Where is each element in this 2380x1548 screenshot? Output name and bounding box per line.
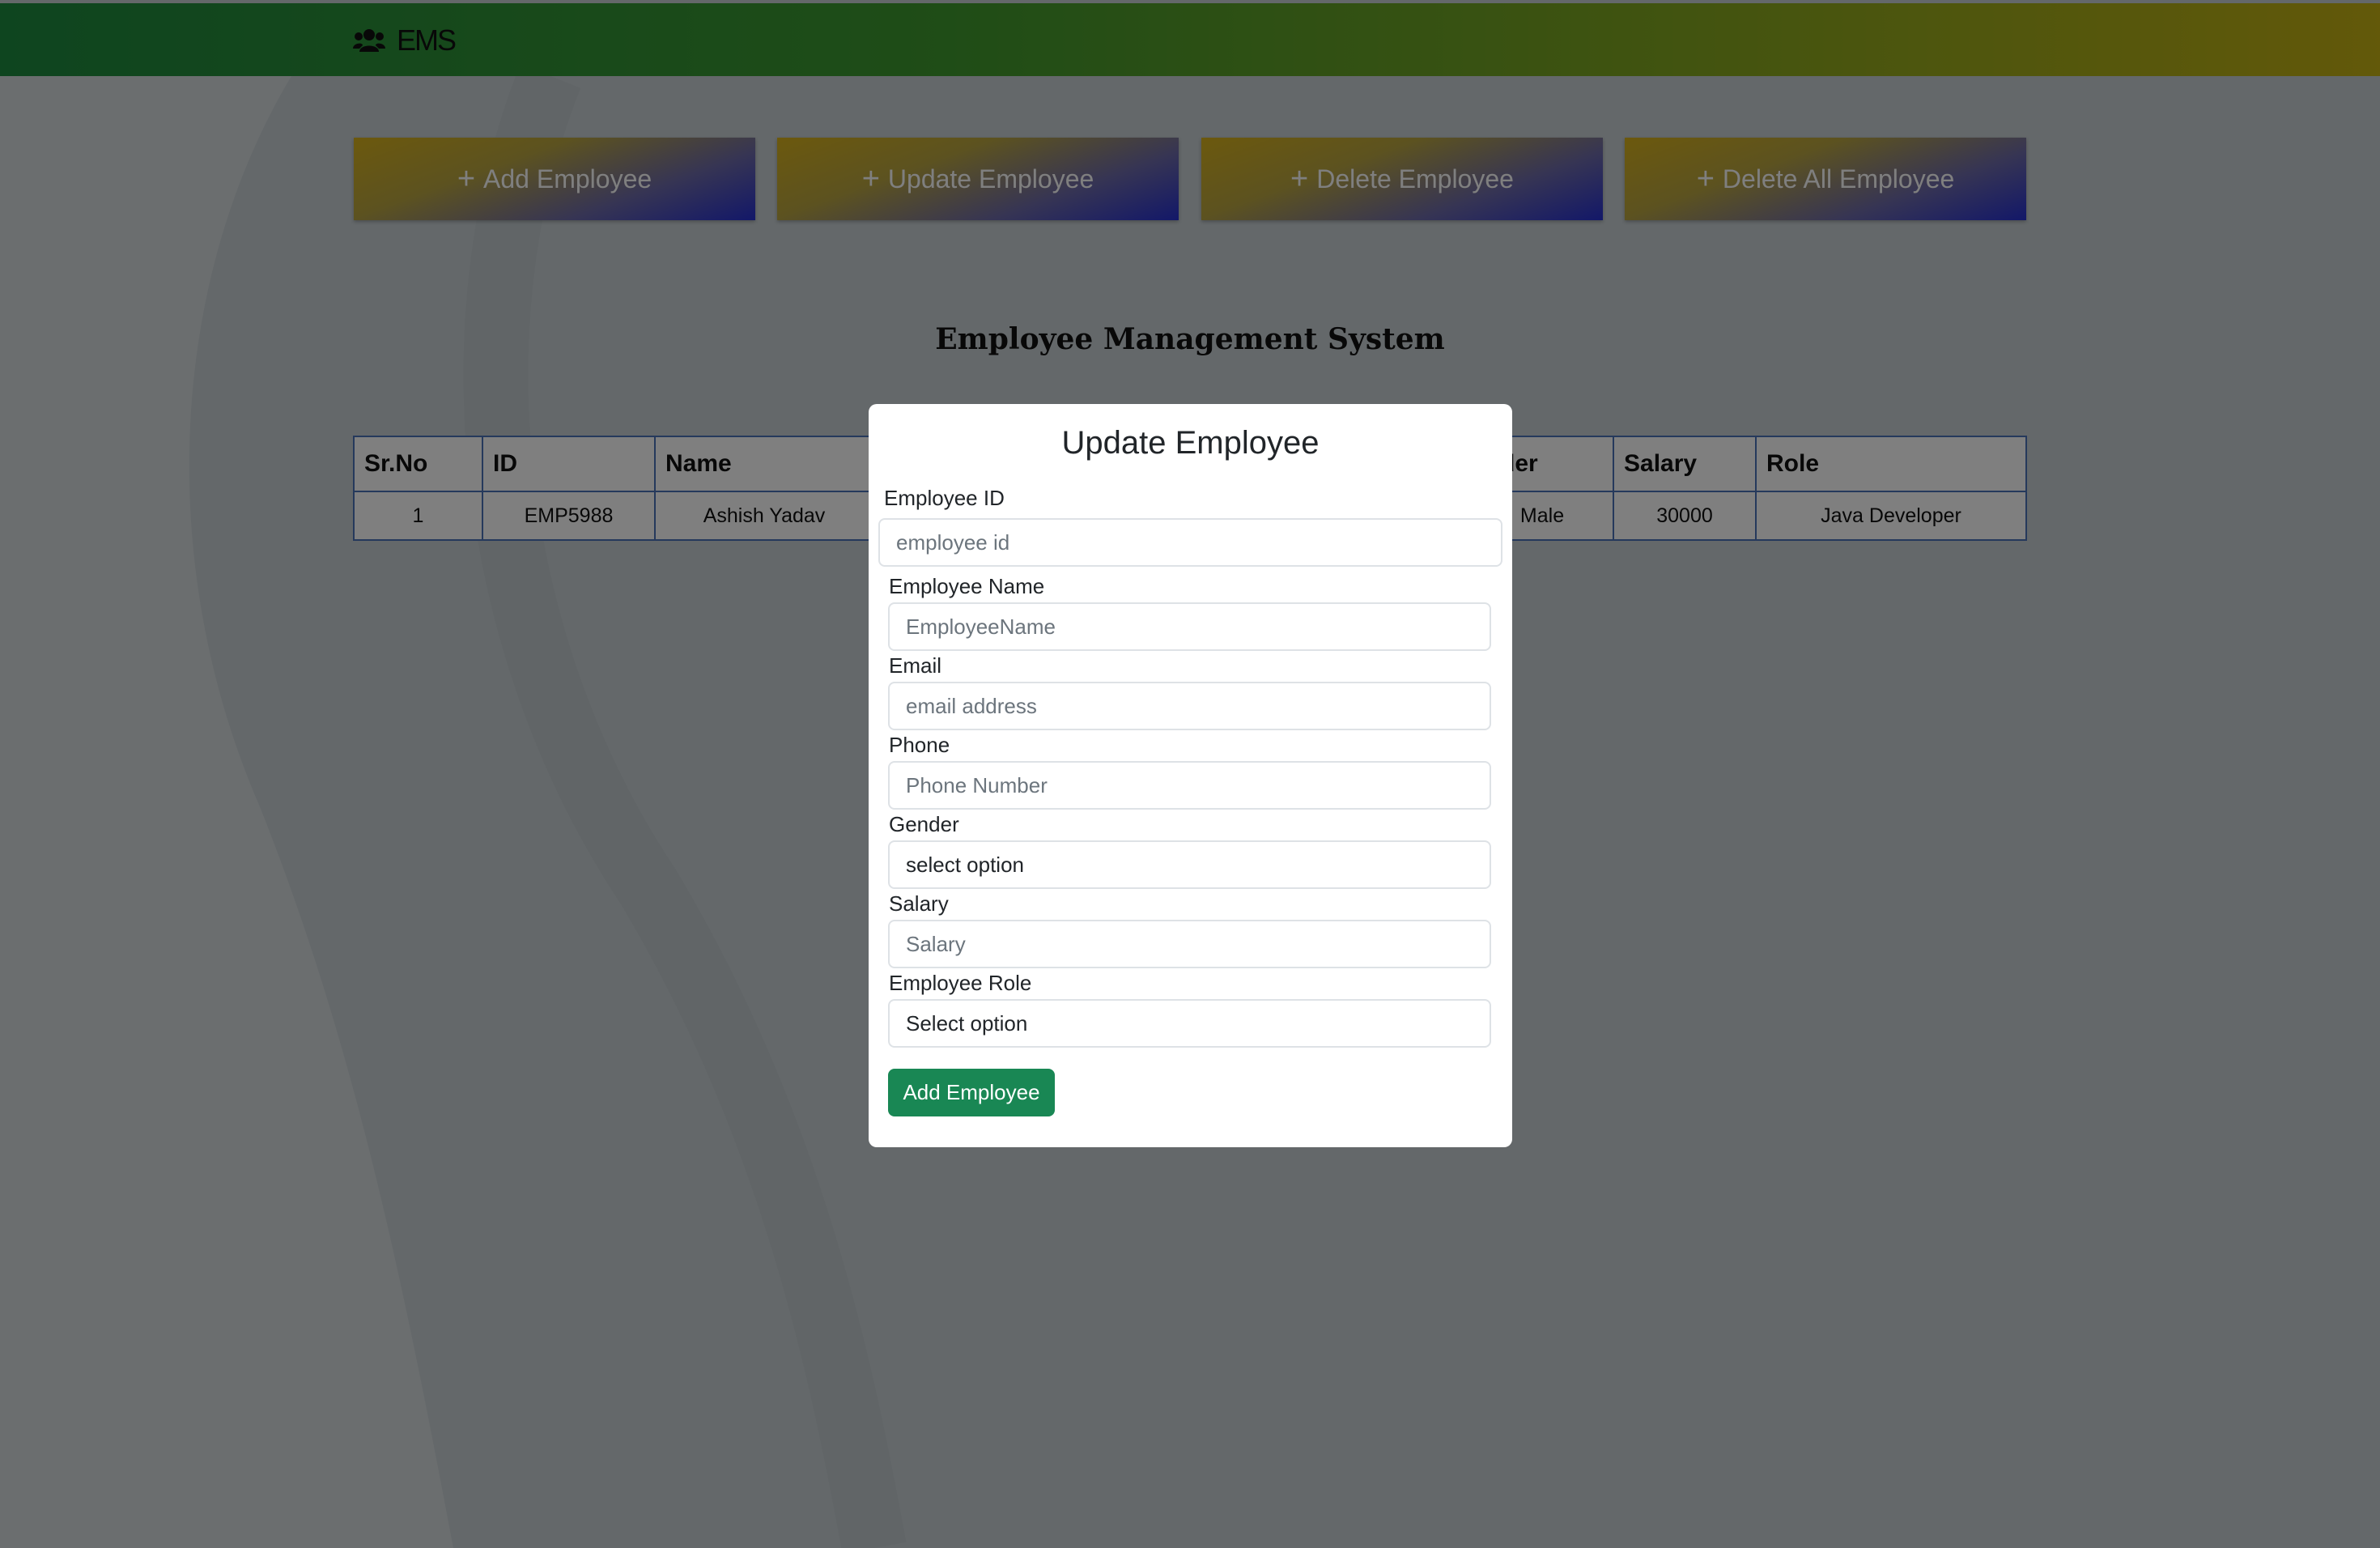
salary-label: Salary (889, 891, 949, 916)
gender-select[interactable]: select option (888, 840, 1491, 889)
employee-role-label: Employee Role (889, 971, 1032, 995)
employee-role-select-value: Select option (906, 1010, 1028, 1036)
employee-id-input[interactable] (878, 518, 1502, 567)
employee-id-label: Employee ID (884, 486, 1005, 510)
email-label: Email (889, 653, 942, 678)
salary-input[interactable] (888, 920, 1491, 968)
employee-name-input[interactable] (888, 602, 1491, 651)
add-employee-submit-button[interactable]: Add Employee (888, 1069, 1055, 1116)
gender-label: Gender (889, 812, 959, 836)
update-employee-modal: Update Employee Employee ID Employee Nam… (869, 404, 1512, 1147)
employee-role-select[interactable]: Select option (888, 999, 1491, 1048)
phone-input[interactable] (888, 761, 1491, 810)
gender-select-value: select option (906, 852, 1024, 877)
phone-label: Phone (889, 733, 950, 757)
email-input[interactable] (888, 682, 1491, 730)
employee-name-label: Employee Name (889, 574, 1045, 598)
modal-title: Update Employee (1061, 425, 1320, 461)
